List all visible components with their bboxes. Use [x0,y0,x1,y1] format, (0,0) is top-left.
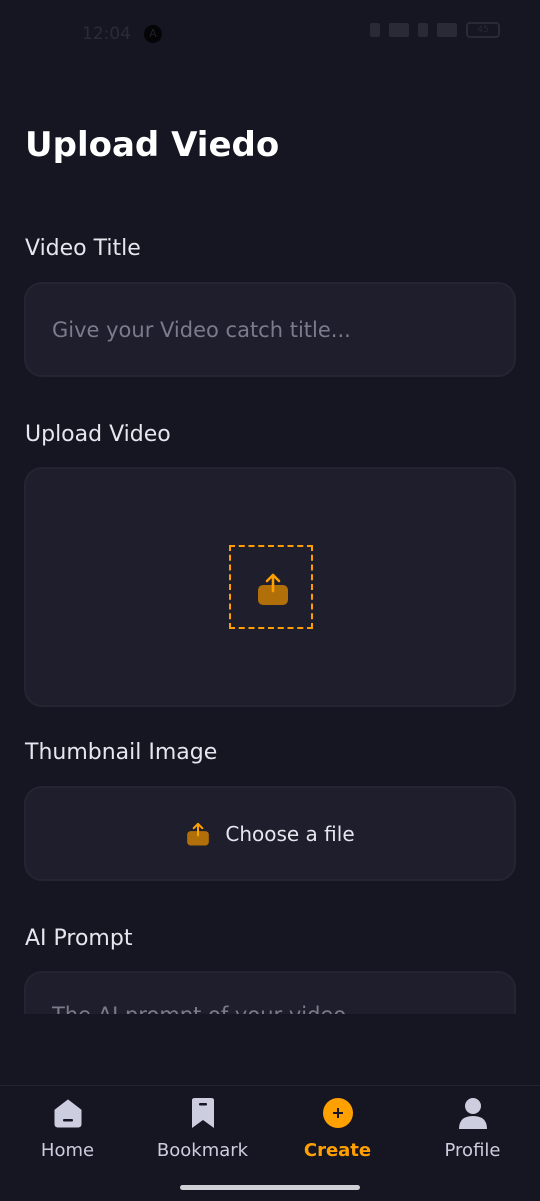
notification-a-icon: A [144,25,162,43]
status-bar: 12:04 A 45 [0,0,540,70]
tab-home-label: Home [40,1140,95,1161]
bookmark-icon [191,1098,214,1128]
tab-bookmark[interactable]: Bookmark [135,1096,270,1171]
ai-prompt-placeholder: The AI prompt of your video... [52,1003,366,1014]
profile-icon [458,1098,487,1129]
wifi-icon [389,23,409,37]
status-time: 12:04 [82,24,131,44]
signal-icon [437,23,457,37]
thumbnail-label: Thumbnail Image [25,740,218,765]
upload-video-label: Upload Video [25,422,171,447]
bottom-tab-bar: Home Bookmark Create Profile [0,1085,540,1201]
vibrate-icon [370,23,380,37]
ai-prompt-label: AI Prompt [25,926,133,951]
tab-bookmark-label: Bookmark [156,1140,249,1161]
tab-home[interactable]: Home [0,1096,135,1171]
tab-profile-label: Profile [444,1140,501,1161]
choose-file-label: Choose a file [225,821,355,846]
tab-profile[interactable]: Profile [405,1096,540,1171]
video-title-input[interactable] [24,282,516,377]
tab-create[interactable]: Create [270,1096,405,1171]
upload-video-target[interactable] [229,545,313,629]
upload-icon [258,573,288,605]
upload-icon [187,822,210,846]
battery-icon: 45 [466,22,500,38]
status-icons: 45 [370,22,500,38]
home-indicator[interactable] [180,1185,360,1190]
ai-prompt-field-clip: The AI prompt of your video... [24,971,516,1014]
plus-circle-icon [322,1098,353,1128]
home-icon [54,1099,81,1128]
data-icon [418,23,428,37]
page-title: Upload Viedo [25,125,280,165]
video-title-label: Video Title [25,236,141,261]
thumbnail-choose-file-button[interactable]: Choose a file [24,786,516,881]
tab-create-label: Create [303,1140,372,1161]
ai-prompt-input[interactable]: The AI prompt of your video... [24,971,516,1014]
upload-video-dropzone[interactable] [24,467,516,707]
